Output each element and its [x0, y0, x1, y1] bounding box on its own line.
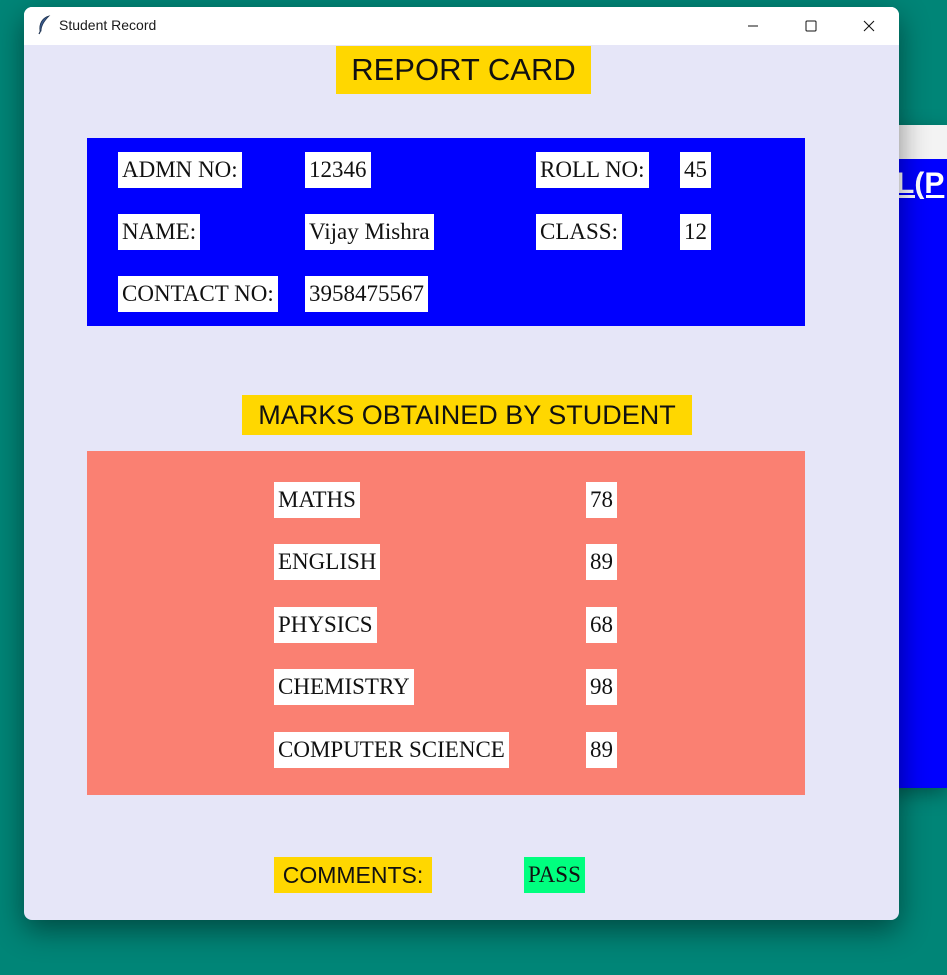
marks-panel: MATHS 78 ENGLISH 89 PHYSICS 68 CHEMISTRY…	[87, 451, 805, 795]
minimize-button[interactable]	[724, 7, 782, 45]
feather-icon	[36, 15, 52, 35]
roll-no-label: ROLL NO:	[536, 152, 649, 188]
contact-no-label: CONTACT NO:	[118, 276, 278, 312]
subject-maths: MATHS	[274, 482, 360, 518]
score-physics: 68	[586, 607, 617, 643]
student-info-panel: ADMN NO: 12346 ROLL NO: 45 NAME: Vijay M…	[87, 138, 805, 326]
window-title: Student Record	[59, 17, 157, 33]
subject-english: ENGLISH	[274, 544, 381, 580]
name-label: NAME:	[118, 214, 201, 250]
score-english: 89	[586, 544, 617, 580]
background-window-heading: L(P	[896, 167, 945, 200]
close-button[interactable]	[840, 7, 898, 45]
admn-no-value: 12346	[305, 152, 371, 188]
title-bar[interactable]: Student Record	[24, 7, 899, 45]
class-label: CLASS:	[536, 214, 622, 250]
score-maths: 78	[586, 482, 617, 518]
minimize-icon	[748, 25, 758, 27]
marks-section-title: MARKS OBTAINED BY STUDENT	[242, 395, 692, 435]
student-record-window: Student Record REPORT CARD ADMN NO: 1234…	[24, 7, 899, 920]
subject-chemistry: CHEMISTRY	[274, 669, 414, 705]
score-chemistry: 98	[586, 669, 617, 705]
subject-physics: PHYSICS	[274, 607, 377, 643]
result-pass-badge: PASS	[524, 857, 585, 893]
maximize-icon	[805, 20, 817, 32]
class-value: 12	[680, 214, 711, 250]
score-computer-science: 89	[586, 732, 617, 768]
subject-computer-science: COMPUTER SCIENCE	[274, 732, 509, 768]
maximize-button[interactable]	[782, 7, 840, 45]
name-value: Vijay Mishra	[305, 214, 434, 250]
roll-no-value: 45	[680, 152, 711, 188]
comments-label: COMMENTS:	[274, 857, 432, 893]
admn-no-label: ADMN NO:	[118, 152, 242, 188]
report-card-title: REPORT CARD	[336, 46, 591, 94]
close-icon	[863, 20, 875, 32]
contact-no-value: 3958475567	[305, 276, 428, 312]
